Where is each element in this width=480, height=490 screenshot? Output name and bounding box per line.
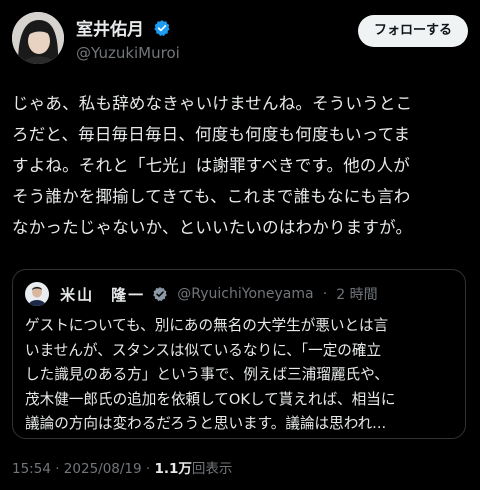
quoted-timestamp: 2 時間 — [336, 287, 378, 303]
quoted-tweet-card[interactable]: 米山 隆一 @RyuichiYoneyama · 2 時間 ゲストについても、別… — [12, 269, 466, 439]
tweet-text: じゃあ、私も辞めなきゃいけませんね。そういうとこ ろだと、毎日毎日毎日、何度も何… — [12, 88, 468, 243]
views-label: 回表示 — [191, 461, 233, 477]
quoted-separator: · — [322, 286, 328, 302]
quoted-author-display-name: 米山 隆一 — [60, 285, 146, 304]
tweet-text-line: じゃあ、私も辞めなきゃいけませんね。そういうとこ — [12, 94, 413, 113]
quoted-text-line: ゲストについても、別にあの無名の大学生が悪いとは言 — [25, 317, 389, 334]
post-date[interactable]: 2025/08/19 — [64, 461, 142, 477]
tweet-text-line: ろだと、毎日毎日毎日、何度も何度も何度もいってま — [12, 125, 411, 144]
quoted-author-avatar — [25, 282, 49, 306]
quoted-tweet-text: ゲストについても、別にあの無名の大学生が悪いとは言 いませんが、スタンスは似てい… — [25, 314, 455, 437]
tweet-meta: 15:54 · 2025/08/19 · 1.1万回表示 — [12, 457, 232, 477]
views-count: 1.1万 — [154, 461, 192, 477]
author-handle[interactable]: @YuzukiMuroi — [76, 44, 180, 62]
quoted-tweet-header: 米山 隆一 @RyuichiYoneyama · 2 時間 — [25, 282, 378, 306]
verified-badge-icon — [152, 286, 168, 302]
tweet-header: 室井佑月 @YuzukiMuroi フォローする — [12, 12, 468, 70]
author-display-name[interactable]: 室井佑月 — [76, 15, 144, 40]
tweet-text-line: そう誰かを揶揄してきても、これまで誰もなにも言わ — [12, 187, 411, 206]
tweet-text-line: すよね。それと「七光」は謝罪すべきです。他の人が — [12, 156, 410, 175]
quoted-text-line: 茂木健一郎氏の追加を依頼してOKして貰えれば、相当に — [25, 390, 396, 408]
follow-button[interactable]: フォローする — [357, 15, 468, 47]
quoted-text-line: いませんが、スタンスは似ているなりに、「一定の確立 — [25, 341, 382, 359]
post-time[interactable]: 15:54 — [12, 461, 51, 477]
meta-separator: · — [145, 461, 151, 477]
quoted-text-line: した識見のある方」という事で、例えば三浦瑠麗氏や、 — [25, 366, 389, 383]
quoted-text-line: 議論の方向は変わるだろうと思います。議論は思われ... — [25, 415, 387, 432]
author-names: 室井佑月 @YuzukiMuroi — [76, 15, 180, 62]
meta-separator: · — [55, 461, 60, 477]
tweet-text-line: なかったじゃないか、といいたいのはわかりますが。 — [12, 218, 413, 237]
author-avatar[interactable] — [12, 12, 64, 64]
verified-badge-icon — [153, 19, 171, 37]
quoted-author-handle: @RyuichiYoneyama — [177, 286, 314, 302]
